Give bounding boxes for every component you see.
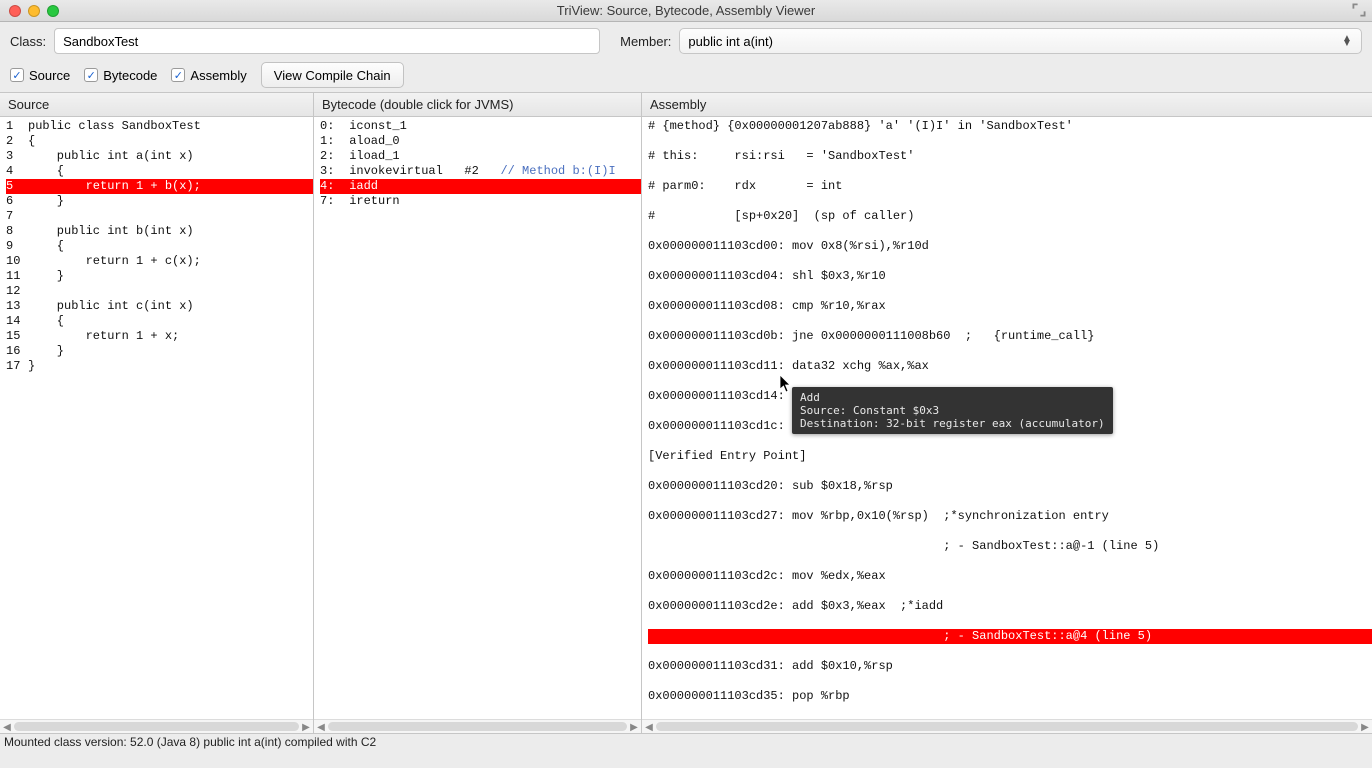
scroll-right-icon[interactable]: ▶	[627, 720, 641, 734]
source-pane: Source 1public class SandboxTest2{3 publ…	[0, 93, 314, 733]
checkbox-assembly[interactable]: ✓Assembly	[171, 68, 246, 83]
scroll-left-icon[interactable]: ◀	[0, 720, 14, 734]
check-icon: ✓	[171, 68, 185, 82]
assembly-line[interactable]: ; - SandboxTest::a@4 (line 5)	[648, 629, 1372, 644]
instruction-tooltip: Add Source: Constant $0x3 Destination: 3…	[792, 387, 1113, 434]
source-line[interactable]: 8 public int b(int x)	[6, 224, 313, 239]
source-line[interactable]: 16 }	[6, 344, 313, 359]
assembly-pane: Assembly # {method} {0x00000001207ab888}…	[642, 93, 1372, 733]
bytecode-pane-header: Bytecode (double click for JVMS)	[314, 93, 641, 117]
assembly-line[interactable]: 0x000000011103cd0b: jne 0x0000000111008b…	[648, 329, 1372, 344]
check-icon: ✓	[84, 68, 98, 82]
bytecode-line[interactable]: 7: ireturn	[320, 194, 641, 209]
status-bar: Mounted class version: 52.0 (Java 8) pub…	[0, 733, 1372, 751]
source-line[interactable]: 2{	[6, 134, 313, 149]
source-line[interactable]: 1public class SandboxTest	[6, 119, 313, 134]
source-line[interactable]: 12	[6, 284, 313, 299]
assembly-pane-body[interactable]: # {method} {0x00000001207ab888} 'a' '(I)…	[642, 117, 1372, 719]
assembly-line[interactable]: # this: rsi:rsi = 'SandboxTest'	[648, 149, 1372, 164]
assembly-line[interactable]: 0x000000011103cd27: mov %rbp,0x10(%rsp) …	[648, 509, 1372, 524]
window-controls	[0, 5, 59, 17]
assembly-line[interactable]: 0x000000011103cd2e: add $0x3,%eax ;*iadd	[648, 599, 1372, 614]
assembly-scrollbar[interactable]: ◀▶	[642, 719, 1372, 733]
assembly-line[interactable]: 0x000000011103cd00: mov 0x8(%rsi),%r10d	[648, 239, 1372, 254]
source-line[interactable]: 4 {	[6, 164, 313, 179]
minimize-icon[interactable]	[28, 5, 40, 17]
bytecode-pane: Bytecode (double click for JVMS) 0: icon…	[314, 93, 642, 733]
assembly-line[interactable]: 0x000000011103cd31: add $0x10,%rsp	[648, 659, 1372, 674]
assembly-line[interactable]: [Verified Entry Point]	[648, 449, 1372, 464]
view-compile-chain-button[interactable]: View Compile Chain	[261, 62, 404, 88]
source-line[interactable]: 3 public int a(int x)	[6, 149, 313, 164]
assembly-pane-header: Assembly	[642, 93, 1372, 117]
source-line[interactable]: 9 {	[6, 239, 313, 254]
source-line[interactable]: 14 {	[6, 314, 313, 329]
bytecode-line[interactable]: 1: aload_0	[320, 134, 641, 149]
assembly-line[interactable]: 0x000000011103cd20: sub $0x18,%rsp	[648, 479, 1372, 494]
toolbar: Class: Member: public int a(int) ▲▼ ✓Sou…	[0, 22, 1372, 92]
source-line[interactable]: 10 return 1 + c(x);	[6, 254, 313, 269]
source-scrollbar[interactable]: ◀▶	[0, 719, 313, 733]
fullscreen-icon[interactable]	[1352, 3, 1366, 17]
member-select[interactable]: public int a(int) ▲▼	[679, 28, 1362, 54]
scroll-left-icon[interactable]: ◀	[314, 720, 328, 734]
source-line[interactable]: 7	[6, 209, 313, 224]
bytecode-line[interactable]: 0: iconst_1	[320, 119, 641, 134]
class-label: Class:	[10, 34, 46, 49]
assembly-line[interactable]: 0x000000011103cd08: cmp %r10,%rax	[648, 299, 1372, 314]
scroll-left-icon[interactable]: ◀	[642, 720, 656, 734]
bytecode-line[interactable]: 2: iload_1	[320, 149, 641, 164]
window-title: TriView: Source, Bytecode, Assembly View…	[0, 3, 1372, 18]
source-line[interactable]: 6 }	[6, 194, 313, 209]
bytecode-pane-body[interactable]: 0: iconst_11: aload_02: iload_13: invoke…	[314, 117, 641, 719]
panes: Source 1public class SandboxTest2{3 publ…	[0, 92, 1372, 733]
scroll-right-icon[interactable]: ▶	[299, 720, 313, 734]
source-line[interactable]: 5 return 1 + b(x);	[6, 179, 313, 194]
zoom-icon[interactable]	[47, 5, 59, 17]
bytecode-line[interactable]: 4: iadd	[320, 179, 641, 194]
assembly-line[interactable]: # parm0: rdx = int	[648, 179, 1372, 194]
member-label: Member:	[620, 34, 671, 49]
assembly-line[interactable]: # [sp+0x20] (sp of caller)	[648, 209, 1372, 224]
close-icon[interactable]	[9, 5, 21, 17]
bytecode-line[interactable]: 3: invokevirtual #2 // Method b:(I)I	[320, 164, 641, 179]
source-line[interactable]: 11 }	[6, 269, 313, 284]
assembly-line[interactable]: # {method} {0x00000001207ab888} 'a' '(I)…	[648, 119, 1372, 134]
assembly-line[interactable]: ; - SandboxTest::a@-1 (line 5)	[648, 539, 1372, 554]
scroll-right-icon[interactable]: ▶	[1358, 720, 1372, 734]
class-input[interactable]	[54, 28, 600, 54]
member-select-value: public int a(int)	[688, 34, 773, 49]
assembly-line[interactable]: 0x000000011103cd04: shl $0x3,%r10	[648, 269, 1372, 284]
checkbox-source[interactable]: ✓Source	[10, 68, 70, 83]
source-line[interactable]: 17}	[6, 359, 313, 374]
source-pane-body[interactable]: 1public class SandboxTest2{3 public int …	[0, 117, 313, 719]
source-line[interactable]: 15 return 1 + x;	[6, 329, 313, 344]
source-line[interactable]: 13 public int c(int x)	[6, 299, 313, 314]
assembly-line[interactable]: 0x000000011103cd11: data32 xchg %ax,%ax	[648, 359, 1372, 374]
checkbox-bytecode[interactable]: ✓Bytecode	[84, 68, 157, 83]
assembly-line[interactable]: 0x000000011103cd35: pop %rbp	[648, 689, 1372, 704]
window-titlebar: TriView: Source, Bytecode, Assembly View…	[0, 0, 1372, 22]
bytecode-scrollbar[interactable]: ◀▶	[314, 719, 641, 733]
check-icon: ✓	[10, 68, 24, 82]
assembly-line[interactable]: 0x000000011103cd2c: mov %edx,%eax	[648, 569, 1372, 584]
source-pane-header: Source	[0, 93, 313, 117]
chevron-updown-icon: ▲▼	[1341, 36, 1353, 46]
